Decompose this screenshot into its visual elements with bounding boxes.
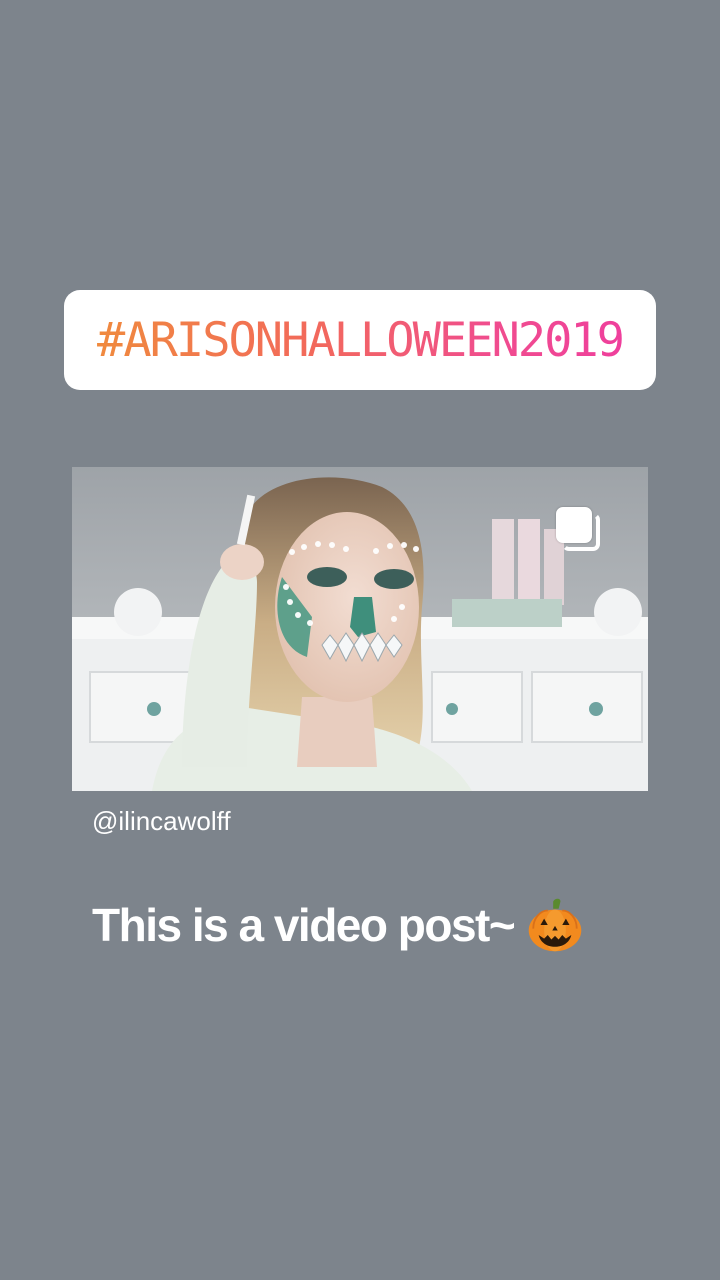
caption-text-sticker[interactable]: This is a video post~ [92, 890, 584, 960]
post-author-handle[interactable]: @ilincawolff [92, 806, 231, 837]
hashtag-sticker[interactable]: #ARISONHALLOWEEN2019 [64, 290, 656, 390]
multiple-posts-icon [556, 507, 604, 555]
pumpkin-emoji [528, 898, 582, 952]
caption-text: This is a video post~ [92, 899, 516, 951]
story-canvas: #ARISONHALLOWEEN2019 @ilincawolff This i… [0, 0, 720, 1280]
shared-post-thumbnail[interactable] [72, 467, 648, 791]
hashtag-text: #ARISONHALLOWEEN2019 [97, 312, 625, 368]
